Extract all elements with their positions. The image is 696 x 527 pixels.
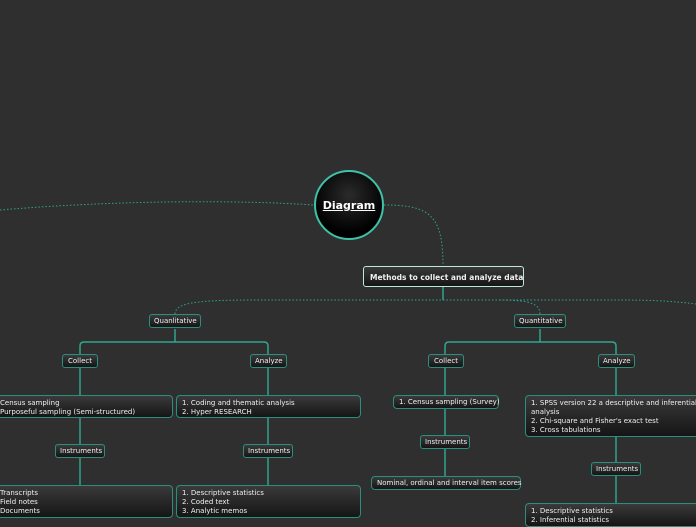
list-item: 1. Descriptive statistics xyxy=(531,507,613,515)
list-item: 2. Hyper RESEARCH xyxy=(182,408,252,416)
quant-analyze-instruments-node[interactable]: Instruments xyxy=(591,462,641,476)
list-item: Purposeful sampling (Semi-structured) xyxy=(0,408,136,416)
instruments-label: Instruments xyxy=(425,438,468,446)
list-item: analysis xyxy=(531,408,560,416)
connector-lines xyxy=(0,201,696,503)
list-item: 1. Descriptive statistics xyxy=(182,489,264,497)
quant-collect-instruments-node[interactable]: Instruments xyxy=(420,435,470,449)
main-branch-label: Methods to collect and analyze data xyxy=(370,273,524,282)
qual-analyze-methods-node[interactable]: 1. Coding and thematic analysis 2. Hyper… xyxy=(176,395,361,418)
instruments-label: Instruments xyxy=(60,447,103,455)
qualitative-node[interactable]: Quanlitative xyxy=(149,314,201,328)
quant-collect-instruments-list[interactable]: Nominal, ordinal and interval item score… xyxy=(371,476,522,490)
qualitative-label: Quanlitative xyxy=(154,317,197,325)
list-item: Transcripts xyxy=(0,489,39,497)
qual-collect-node[interactable]: Collect xyxy=(62,354,98,368)
connector-center-main xyxy=(383,204,444,267)
list-item: 3. Cross tabulations xyxy=(531,426,601,434)
quant-analyze-node[interactable]: Analyze xyxy=(598,354,635,368)
instruments-label: Instruments xyxy=(596,465,639,473)
central-topic-label: Diagram xyxy=(322,198,376,212)
connector-left-offscreen xyxy=(0,201,315,211)
qual-analyze-instruments-node[interactable]: Instruments xyxy=(243,444,293,458)
connector-main-split xyxy=(174,299,696,315)
quant-analyze-methods-node[interactable]: 1. SPSS version 22 a descriptive and inf… xyxy=(525,395,696,437)
list-item: 3. Analytic memos xyxy=(182,507,248,515)
instruments-label: Instruments xyxy=(248,447,291,455)
qual-collect-instruments-node[interactable]: Instruments xyxy=(55,444,105,458)
list-item: 1. Coding and thematic analysis xyxy=(182,399,295,407)
connector-main-quant xyxy=(499,299,541,315)
list-item: 1. Census sampling (Survey) xyxy=(399,398,500,406)
quant-collect-label: Collect xyxy=(434,357,458,365)
qual-collect-instruments-list[interactable]: Transcripts Field notes Documents xyxy=(0,485,173,518)
list-item: Field notes xyxy=(0,498,38,506)
central-topic[interactable]: Diagram xyxy=(314,170,384,240)
list-item: 2. Chi-square and Fisher's exact test xyxy=(531,417,659,425)
list-item: 1. SPSS version 22 a descriptive and inf… xyxy=(531,399,696,407)
list-item: Documents xyxy=(0,507,40,515)
qual-collect-label: Collect xyxy=(68,357,92,365)
qual-collect-methods-node[interactable]: Census sampling Purposeful sampling (Sem… xyxy=(0,395,173,418)
list-item: Census sampling xyxy=(0,399,60,407)
qual-analyze-label: Analyze xyxy=(255,357,283,365)
quant-analyze-label: Analyze xyxy=(603,357,631,365)
list-item: Nominal, ordinal and interval item score… xyxy=(377,479,522,487)
qual-analyze-instruments-list[interactable]: 1. Descriptive statistics 2. Coded text … xyxy=(176,485,361,518)
quantitative-label: Quantitative xyxy=(519,317,563,325)
list-item: 2. Inferential statistics xyxy=(531,516,609,524)
quant-collect-methods-node[interactable]: 1. Census sampling (Survey) xyxy=(393,395,500,409)
main-branch-node[interactable]: Methods to collect and analyze data xyxy=(363,266,524,287)
list-item: 2. Coded text xyxy=(182,498,230,506)
quant-analyze-instruments-list[interactable]: 1. Descriptive statistics 2. Inferential… xyxy=(525,503,696,527)
quant-collect-node[interactable]: Collect xyxy=(428,354,464,368)
quantitative-node[interactable]: Quantitative xyxy=(514,314,566,328)
qual-analyze-node[interactable]: Analyze xyxy=(250,354,287,368)
